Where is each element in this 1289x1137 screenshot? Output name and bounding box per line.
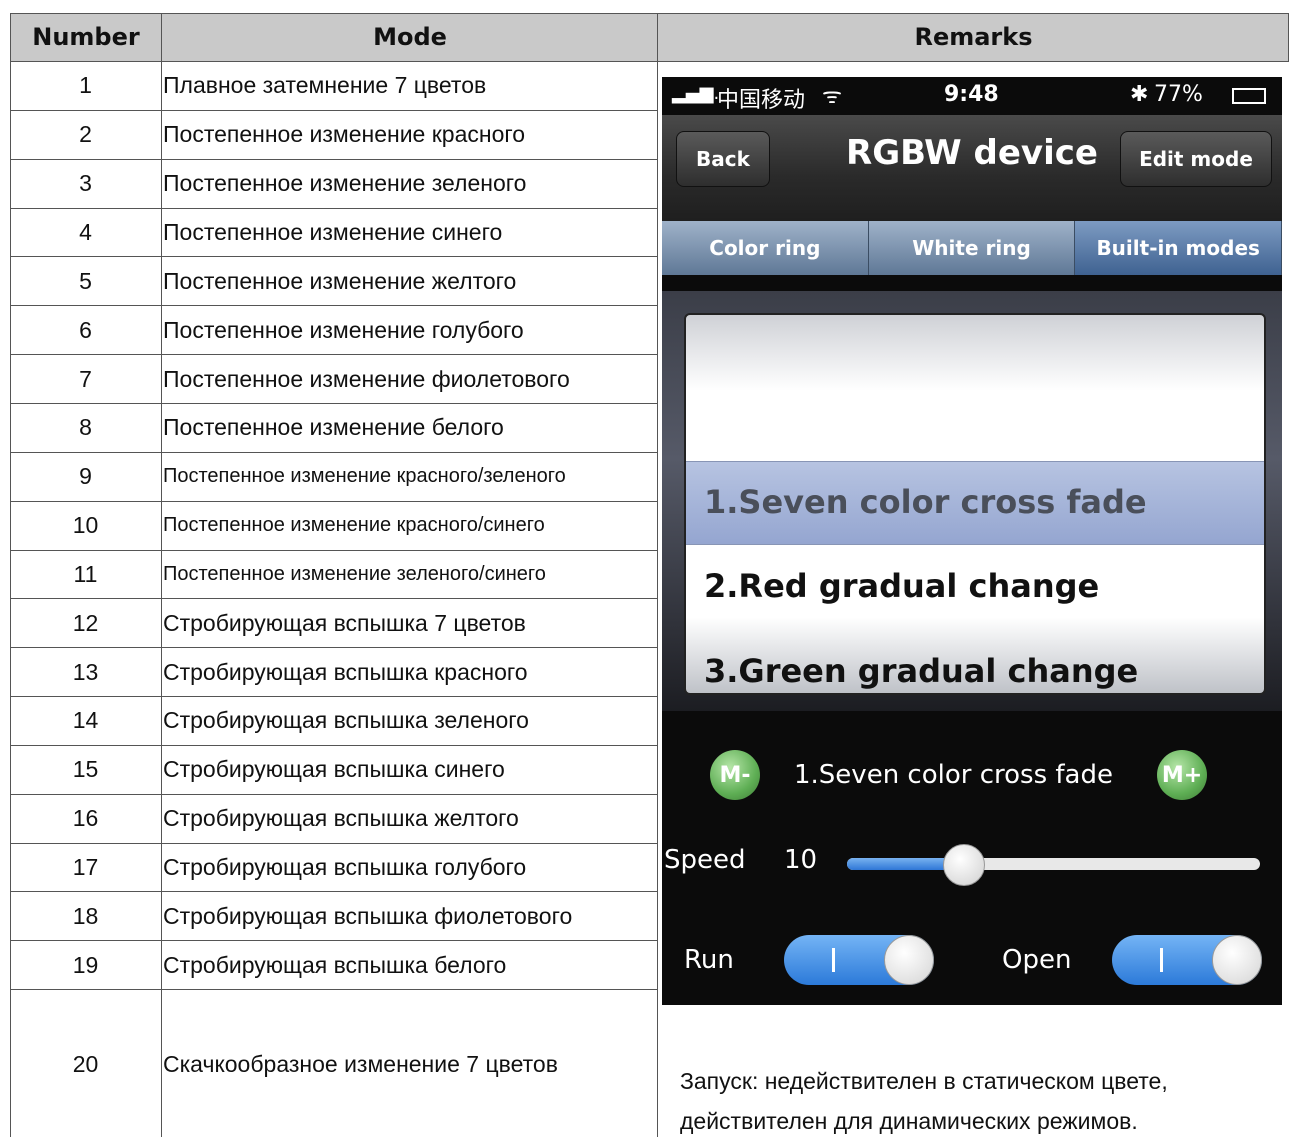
remarks-line-2: действителен для динамических режимов.	[680, 1108, 1138, 1134]
carrier-label: 中国移动	[717, 88, 806, 113]
open-toggle[interactable]	[1112, 935, 1262, 985]
tab-white-ring[interactable]: White ring	[868, 221, 1076, 275]
row-number: 3	[79, 170, 92, 197]
clock: 9:48	[944, 82, 999, 107]
row-mode: Скачкообразное изменение 7 цветов	[163, 1051, 558, 1078]
header-mode: Mode	[162, 13, 658, 61]
toggle-on-mark	[832, 948, 835, 972]
row-mode: Постепенное изменение белого	[163, 414, 504, 441]
row-mode: Стробирующая вспышка белого	[163, 951, 507, 978]
row-mode: Постепенное изменение голубого	[163, 316, 524, 343]
tab-color-ring[interactable]: Color ring	[662, 221, 869, 275]
toggle-on-mark	[1160, 948, 1163, 972]
mode-minus-button[interactable]: M-	[710, 750, 760, 800]
signal-icon: ▂▄▆.	[672, 83, 720, 104]
row-number: 19	[72, 951, 99, 978]
row-number: 9	[79, 463, 92, 490]
speed-slider[interactable]	[847, 858, 1260, 870]
status-bar: ▂▄▆. 中国移动 ᯤ 9:48 ✱ 77%	[662, 77, 1282, 115]
picker-item[interactable]: 2.Red gradual change	[704, 567, 1099, 605]
tab-built-in-modes[interactable]: Built-in modes	[1075, 221, 1282, 275]
row-mode: Стробирующая вспышка желтого	[163, 805, 519, 832]
row-number: 10	[72, 512, 99, 539]
row-number: 7	[79, 365, 92, 392]
remarks-line-1: Запуск: недействителен в статическом цве…	[680, 1068, 1168, 1094]
device-title: RGBW device	[846, 133, 1098, 173]
picker-item[interactable]: 3.Green gradual change	[704, 652, 1138, 690]
row-number: 2	[79, 121, 92, 148]
current-mode-label: 1.Seven color cross fade	[794, 760, 1113, 790]
row-mode: Постепенное изменение красного/зеленого	[163, 465, 566, 488]
battery-percent: 77%	[1154, 82, 1203, 107]
row-mode: Постепенное изменение красного	[163, 121, 526, 148]
table-border	[10, 13, 1289, 14]
row-divider	[10, 989, 658, 991]
row-mode: Стробирующая вспышка голубого	[163, 854, 527, 881]
run-toggle[interactable]	[784, 935, 934, 985]
row-number: 12	[72, 609, 99, 636]
row-mode: Стробирующая вспышка фиолетового	[163, 902, 573, 929]
header-remarks: Remarks	[658, 13, 1289, 61]
row-number: 4	[79, 218, 92, 245]
mode-tabs: Color ring White ring Built-in modes	[662, 221, 1282, 275]
row-mode: Постепенное изменение фиолетового	[163, 365, 570, 392]
mode-picker[interactable]: 1.Seven color cross fade 2.Red gradual c…	[684, 313, 1266, 695]
row-number: 20	[72, 1051, 99, 1078]
row-mode: Постепенное изменение желтого	[163, 267, 517, 294]
row-number: 16	[72, 805, 99, 832]
row-number: 17	[72, 854, 99, 881]
mode-plus-button[interactable]: M+	[1157, 750, 1207, 800]
row-mode: Плавное затемнение 7 цветов	[163, 72, 487, 99]
table-border	[161, 13, 162, 1137]
row-number: 8	[79, 414, 92, 441]
row-number: 15	[72, 756, 99, 783]
row-number: 6	[79, 316, 92, 343]
speed-value: 10	[784, 845, 818, 875]
row-mode: Постепенное изменение синего	[163, 218, 503, 245]
toggle-knob	[1212, 935, 1262, 985]
row-number: 18	[72, 902, 99, 929]
row-number: 13	[72, 658, 99, 685]
toggle-knob	[884, 935, 934, 985]
row-number: 11	[73, 560, 98, 587]
row-mode: Стробирующая вспышка красного	[163, 658, 528, 685]
row-number: 1	[79, 72, 92, 99]
wifi-icon: ᯤ	[822, 84, 843, 109]
table-border	[657, 13, 658, 1137]
row-mode: Стробирующая вспышка зеленого	[163, 707, 529, 734]
picker-item[interactable]: 1.Seven color cross fade	[704, 483, 1147, 521]
row-mode: Постепенное изменение зеленого/синего	[163, 562, 546, 585]
speed-label: Speed	[664, 845, 746, 875]
bluetooth-icon: ✱	[1130, 82, 1149, 107]
row-number: 14	[72, 707, 99, 734]
row-mode: Постепенное изменение зеленого	[163, 170, 527, 197]
phone-screenshot: ▂▄▆. 中国移动 ᯤ 9:48 ✱ 77% Back RGBW device …	[662, 77, 1282, 1005]
edit-mode-button[interactable]: Edit mode	[1120, 131, 1272, 187]
open-label: Open	[1002, 945, 1072, 975]
header-number: Number	[10, 13, 162, 61]
speed-slider-handle[interactable]	[942, 844, 985, 886]
run-label: Run	[684, 945, 734, 975]
back-button[interactable]: Back	[676, 131, 770, 187]
row-mode: Постепенное изменение красного/синего	[163, 514, 545, 537]
row-mode: Стробирующая вспышка синего	[163, 756, 505, 783]
row-number: 5	[79, 267, 92, 294]
row-mode: Стробирующая вспышка 7 цветов	[163, 609, 526, 636]
battery-icon	[1232, 88, 1266, 104]
